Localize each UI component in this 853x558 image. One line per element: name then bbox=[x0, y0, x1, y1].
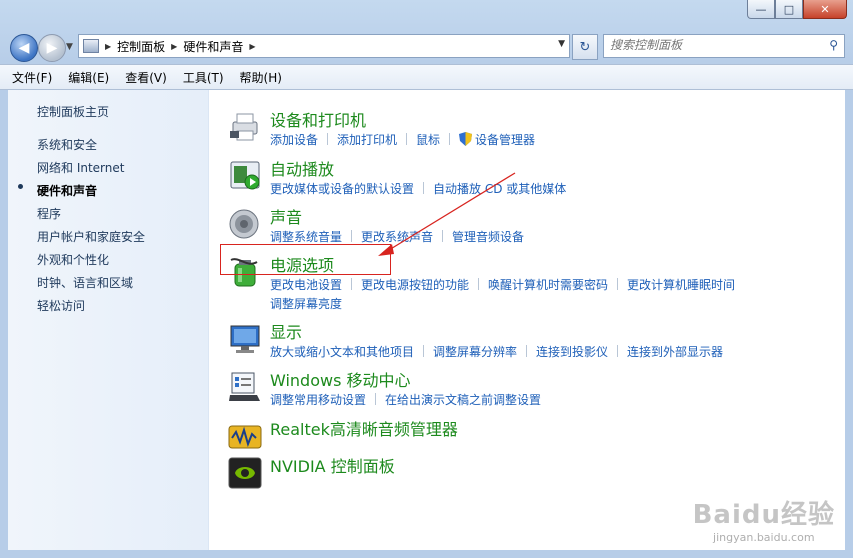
divider bbox=[442, 230, 444, 242]
minimize-button[interactable]: — bbox=[747, 0, 775, 19]
address-bar[interactable]: ▶ 控制面板 ▶ 硬件和声音 ▶ ▼ bbox=[78, 34, 570, 58]
sidebar: 控制面板主页 系统和安全 网络和 Internet 硬件和声音 程序 用户帐户和… bbox=[8, 90, 209, 550]
sidebar-home-link[interactable]: 控制面板主页 bbox=[37, 103, 109, 120]
sidebar-item-system-security[interactable]: 系统和安全 bbox=[37, 136, 97, 153]
breadcrumb-separator-icon[interactable]: ▶ bbox=[249, 42, 255, 51]
active-bullet-icon bbox=[18, 184, 23, 189]
menu-edit[interactable]: 编辑(E) bbox=[66, 67, 111, 88]
breadcrumb-separator-icon[interactable]: ▶ bbox=[105, 42, 111, 51]
sidebar-item-clock-region[interactable]: 时钟、语言和区域 bbox=[37, 274, 133, 291]
recent-pages-dropdown[interactable]: ▼ bbox=[66, 42, 73, 52]
divider bbox=[406, 133, 408, 145]
link-connect-projector[interactable]: 连接到投影仪 bbox=[536, 343, 608, 362]
menu-tools[interactable]: 工具(T) bbox=[181, 67, 226, 88]
link-device-manager[interactable]: 设备管理器 bbox=[475, 131, 535, 150]
mobility-center-icon bbox=[229, 372, 260, 401]
sidebar-item-user-accounts[interactable]: 用户帐户和家庭安全 bbox=[37, 228, 145, 245]
link-sleep-time[interactable]: 更改计算机睡眠时间 bbox=[627, 276, 735, 295]
explorer-window: — □ ✕ ◀ ▶ ▼ ▶ 控制面板 ▶ 硬件和声音 ▶ ▼ ↻ ⚲ 文件(F)… bbox=[0, 0, 853, 558]
divider bbox=[526, 345, 528, 357]
content-area: 控制面板主页 系统和安全 网络和 Internet 硬件和声音 程序 用户帐户和… bbox=[8, 90, 845, 550]
watermark-url: jingyan.baidu.com bbox=[713, 531, 815, 544]
close-button[interactable]: ✕ bbox=[803, 0, 847, 19]
category-links: 调整常用移动设置 在给出演示文稿之前调整设置 bbox=[270, 391, 810, 410]
link-power-button-function[interactable]: 更改电源按钮的功能 bbox=[361, 276, 469, 295]
address-dropdown-icon[interactable]: ▼ bbox=[558, 39, 565, 49]
menu-bar: 文件(F) 编辑(E) 查看(V) 工具(T) 帮助(H) bbox=[0, 64, 853, 90]
divider bbox=[327, 133, 329, 145]
window-controls: — □ ✕ bbox=[747, 0, 847, 19]
search-input[interactable] bbox=[604, 35, 816, 55]
uac-shield-icon bbox=[459, 132, 473, 146]
search-icon[interactable]: ⚲ bbox=[829, 38, 838, 52]
divider bbox=[617, 345, 619, 357]
divider bbox=[423, 345, 425, 357]
category-title[interactable]: 自动播放 bbox=[270, 156, 334, 180]
divider bbox=[617, 278, 619, 290]
address-row: ◀ ▶ ▼ ▶ 控制面板 ▶ 硬件和声音 ▶ ▼ ↻ ⚲ bbox=[0, 30, 853, 64]
breadcrumb-separator-icon[interactable]: ▶ bbox=[171, 42, 177, 51]
link-mouse[interactable]: 鼠标 bbox=[416, 131, 440, 150]
back-button[interactable]: ◀ bbox=[10, 34, 38, 62]
divider bbox=[449, 133, 451, 145]
category-list: 设备和打印机 添加设备 添加打印机 鼠标 设备管理器 自动播放 更改媒体或设备的默认设… bbox=[221, 90, 845, 550]
link-mobility-settings[interactable]: 调整常用移动设置 bbox=[270, 391, 366, 410]
control-panel-icon bbox=[83, 39, 99, 53]
watermark-brand: Baidu经验 bbox=[692, 500, 835, 530]
link-screen-resolution[interactable]: 调整屏幕分辨率 bbox=[433, 343, 517, 362]
category-links: 更改电池设置 更改电源按钮的功能 唤醒计算机时需要密码 更改计算机睡眠时间调整屏幕亮度 bbox=[270, 276, 810, 314]
sidebar-item-hardware-sound[interactable]: 硬件和声音 bbox=[37, 182, 97, 199]
speaker-icon bbox=[229, 209, 259, 239]
link-add-printer[interactable]: 添加打印机 bbox=[337, 131, 397, 150]
menu-help[interactable]: 帮助(H) bbox=[238, 67, 284, 88]
watermark: Baidu经验 jingyan.baidu.com bbox=[693, 494, 835, 544]
forward-button[interactable]: ▶ bbox=[38, 34, 66, 62]
link-manage-audio-devices[interactable]: 管理音频设备 bbox=[452, 228, 524, 247]
sidebar-item-network[interactable]: 网络和 Internet bbox=[37, 159, 124, 176]
back-arrow-icon: ◀ bbox=[18, 40, 30, 56]
refresh-button[interactable]: ↻ bbox=[572, 34, 598, 60]
sidebar-item-programs[interactable]: 程序 bbox=[37, 205, 61, 222]
display-icon bbox=[230, 325, 260, 353]
link-wake-password[interactable]: 唤醒计算机时需要密码 bbox=[488, 276, 608, 295]
category-links: 添加设备 添加打印机 鼠标 设备管理器 bbox=[270, 131, 810, 150]
realtek-audio-icon bbox=[228, 425, 262, 449]
category-title[interactable]: 显示 bbox=[270, 319, 302, 343]
link-text-size[interactable]: 放大或缩小文本和其他项目 bbox=[270, 343, 414, 362]
category-links: 更改媒体或设备的默认设置 自动播放 CD 或其他媒体 bbox=[270, 180, 810, 199]
title-bar: — □ ✕ bbox=[0, 0, 853, 30]
link-external-display[interactable]: 连接到外部显示器 bbox=[627, 343, 723, 362]
refresh-icon: ↻ bbox=[579, 39, 591, 55]
divider bbox=[351, 230, 353, 242]
divider bbox=[351, 278, 353, 290]
link-change-battery-settings[interactable]: 更改电池设置 bbox=[270, 276, 342, 295]
printer-icon bbox=[230, 113, 258, 141]
divider bbox=[423, 182, 425, 194]
category-title[interactable]: NVIDIA 控制面板 bbox=[270, 453, 395, 477]
divider bbox=[478, 278, 480, 290]
breadcrumb-control-panel[interactable]: 控制面板 bbox=[117, 38, 165, 55]
menu-file[interactable]: 文件(F) bbox=[10, 67, 54, 88]
breadcrumb-hardware-and-sound[interactable]: 硬件和声音 bbox=[183, 38, 243, 55]
link-autoplay-cd[interactable]: 自动播放 CD 或其他媒体 bbox=[433, 180, 566, 199]
category-title[interactable]: 声音 bbox=[270, 204, 302, 228]
maximize-button[interactable]: □ bbox=[775, 0, 803, 19]
link-presentation-settings[interactable]: 在给出演示文稿之前调整设置 bbox=[385, 391, 541, 410]
sidebar-item-appearance[interactable]: 外观和个性化 bbox=[37, 251, 109, 268]
autoplay-icon bbox=[230, 161, 260, 190]
sidebar-item-ease-of-access[interactable]: 轻松访问 bbox=[37, 297, 85, 314]
divider bbox=[375, 393, 377, 405]
search-box[interactable]: ⚲ bbox=[603, 34, 845, 58]
highlight-box bbox=[220, 244, 391, 275]
link-change-media-defaults[interactable]: 更改媒体或设备的默认设置 bbox=[270, 180, 414, 199]
category-title[interactable]: 设备和打印机 bbox=[270, 107, 366, 131]
category-links: 放大或缩小文本和其他项目 调整屏幕分辨率 连接到投影仪 连接到外部显示器 bbox=[270, 343, 810, 362]
forward-arrow-icon: ▶ bbox=[46, 40, 58, 56]
category-title[interactable]: Windows 移动中心 bbox=[270, 367, 411, 391]
link-add-device[interactable]: 添加设备 bbox=[270, 131, 318, 150]
nvidia-icon bbox=[228, 457, 262, 489]
menu-view[interactable]: 查看(V) bbox=[123, 67, 169, 88]
link-screen-brightness[interactable]: 调整屏幕亮度 bbox=[270, 295, 342, 314]
category-title[interactable]: Realtek高清晰音频管理器 bbox=[270, 416, 458, 440]
